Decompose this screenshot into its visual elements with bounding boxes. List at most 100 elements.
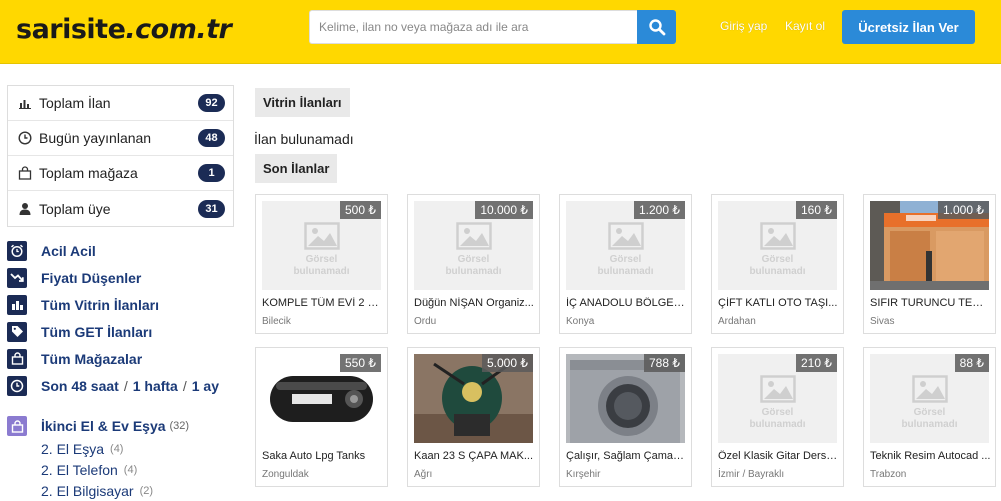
stat-count-badge: 1: [198, 164, 225, 182]
filter-1-month[interactable]: 1 ay: [192, 378, 219, 394]
nav-price-drops[interactable]: Fiyatı Düşenler: [7, 264, 237, 291]
listing-image[interactable]: Görsel bulunamadı 88 ₺: [870, 354, 989, 443]
listing-location: Kırşehir: [566, 469, 601, 480]
nav-label: Tüm GET İlanları: [41, 323, 153, 340]
stat-label: Toplam mağaza: [39, 165, 138, 181]
listing-card[interactable]: Görsel bulunamadı 88 ₺ Teknik Resim Autocad…: [863, 347, 996, 487]
listing-title[interactable]: Düğün NİŞAN Organiz...: [414, 297, 535, 309]
subcategory-item[interactable]: 2. El Bilgisayar (2): [7, 480, 237, 501]
listing-card[interactable]: Görsel bulunamadı 10.000 ₺ Düğün NİŞAN Orga…: [407, 194, 540, 334]
alarm-clock-icon: [7, 240, 27, 261]
placeholder-text: bulunamadı: [445, 265, 502, 277]
listing-card[interactable]: 788 ₺ Çalışır, Sağlam Çamaşı... Kırşehir: [559, 347, 692, 487]
price-badge: 1.200 ₺: [634, 201, 685, 219]
listing-location: Trabzon: [870, 469, 907, 480]
logo-name: sarisite: [16, 14, 126, 45]
site-logo[interactable]: sarisite.com.tr: [16, 14, 232, 45]
filter-48-hours[interactable]: Son 48 saat: [41, 378, 119, 394]
category-second-hand[interactable]: İkinci El & Ev Eşya (32): [7, 414, 237, 438]
listing-image[interactable]: Görsel bulunamadı 10.000 ₺: [414, 201, 533, 290]
placeholder-text: Görsel: [913, 406, 946, 418]
search-icon: [648, 19, 665, 36]
listing-image[interactable]: 788 ₺: [566, 354, 685, 443]
site-stats-box: Toplam İlan 92 Bugün yayınlanan 48 Topla…: [7, 85, 234, 227]
listing-location: Ordu: [414, 316, 437, 327]
nav-label: Tüm Mağazalar: [41, 350, 143, 367]
clock-icon: [7, 375, 27, 396]
listing-image[interactable]: 5.000 ₺: [414, 354, 533, 443]
side-nav: Acil Acil Fiyatı Düşenler Tüm Vitrin İla…: [7, 237, 237, 399]
image-placeholder-icon: [607, 221, 644, 250]
bar-chart-icon: [17, 95, 33, 111]
price-badge: 88 ₺: [954, 354, 989, 372]
listing-title[interactable]: Kaan 23 S ÇAPA MAK...: [414, 450, 535, 462]
nav-label: Acil Acil: [41, 242, 96, 259]
listing-card[interactable]: 5.000 ₺ Kaan 23 S ÇAPA MAK... Ağrı: [407, 347, 540, 487]
nav-time-filters: Son 48 saat / 1 hafta / 1 ay: [7, 372, 237, 399]
listing-title[interactable]: Özel Klasik Gitar Dersi ...: [718, 450, 839, 462]
post-free-ad-button[interactable]: Ücretsiz İlan Ver: [842, 10, 975, 44]
listing-image[interactable]: Görsel bulunamadı 1.200 ₺: [566, 201, 685, 290]
price-badge: 210 ₺: [796, 354, 837, 372]
separator: /: [123, 377, 128, 394]
stat-total-members[interactable]: Toplam üye 31: [8, 191, 233, 226]
listing-title[interactable]: SIFIR TURUNCU TENTE: [870, 297, 991, 309]
price-badge: 500 ₺: [340, 201, 381, 219]
user-icon: [17, 201, 33, 217]
image-placeholder-icon: [455, 221, 492, 250]
nav-urgent[interactable]: Acil Acil: [7, 237, 237, 264]
listing-title[interactable]: Teknik Resim Autocad ...: [870, 450, 991, 462]
subcategory-item[interactable]: 2. El Telefon (4): [7, 459, 237, 480]
listing-card[interactable]: 1.000 ₺ SIFIR TURUNCU TENTE Sivas: [863, 194, 996, 334]
filter-1-week[interactable]: 1 hafta: [133, 378, 178, 394]
price-badge: 160 ₺: [796, 201, 837, 219]
listing-title[interactable]: İÇ ANADOLU BÖLGES...: [566, 297, 687, 309]
clock-icon: [17, 130, 33, 146]
listing-card[interactable]: Görsel bulunamadı 1.200 ₺ İÇ ANADOLU BÖLGES…: [559, 194, 692, 334]
search-input[interactable]: [309, 10, 638, 44]
listing-title[interactable]: Saka Auto Lpg Tanks: [262, 450, 383, 462]
stat-today-published[interactable]: Bugün yayınlanan 48: [8, 121, 233, 156]
listing-image[interactable]: 550 ₺: [262, 354, 381, 443]
listing-card[interactable]: Görsel bulunamadı 160 ₺ ÇİFT KATLI OTO TAŞI…: [711, 194, 844, 334]
listing-image[interactable]: 1.000 ₺: [870, 201, 989, 290]
stat-total-listings[interactable]: Toplam İlan 92: [8, 86, 233, 121]
listing-location: Bilecik: [262, 316, 291, 327]
subcategory-label: 2. El Telefon: [41, 461, 118, 478]
stat-label: Bugün yayınlanan: [39, 130, 152, 146]
price-badge: 1.000 ₺: [938, 201, 989, 219]
search-button[interactable]: [637, 10, 676, 44]
listing-title[interactable]: KOMPLE TÜM EVİ 2 G...: [262, 297, 383, 309]
bar-chart-icon: [7, 294, 27, 315]
nav-all-stores[interactable]: Tüm Mağazalar: [7, 345, 237, 372]
nav-all-get[interactable]: Tüm GET İlanları: [7, 318, 237, 345]
shop-bag-icon: [7, 348, 27, 369]
placeholder-text: bulunamadı: [597, 265, 654, 277]
listing-image[interactable]: Görsel bulunamadı 500 ₺: [262, 201, 381, 290]
subcategory-count: (4): [123, 463, 138, 476]
site-header: sarisite.com.tr Giriş yap Kayıt ol Ücret…: [0, 0, 1001, 64]
stat-count-badge: 48: [198, 129, 225, 147]
listing-title[interactable]: ÇİFT KATLI OTO TAŞI...: [718, 297, 839, 309]
category-name: İkinci El & Ev Eşya: [41, 418, 166, 434]
listing-location: İzmir / Bayraklı: [718, 469, 785, 480]
stat-total-stores[interactable]: Toplam mağaza 1: [8, 156, 233, 191]
listing-card[interactable]: 550 ₺ Saka Auto Lpg Tanks Zonguldak: [255, 347, 388, 487]
listing-image[interactable]: Görsel bulunamadı 160 ₺: [718, 201, 837, 290]
listing-card[interactable]: Görsel bulunamadı 210 ₺ Özel Klasik Gitar D…: [711, 347, 844, 487]
image-placeholder-icon: [303, 221, 340, 250]
listing-image[interactable]: Görsel bulunamadı 210 ₺: [718, 354, 837, 443]
nav-all-showcase[interactable]: Tüm Vitrin İlanları: [7, 291, 237, 318]
listing-location: Sivas: [870, 316, 895, 327]
listing-card[interactable]: Görsel bulunamadı 500 ₺ KOMPLE TÜM EVİ 2 G.…: [255, 194, 388, 334]
showcase-section-tab: Vitrin İlanları: [255, 88, 350, 117]
subcategory-item[interactable]: 2. El Eşya (4): [7, 438, 237, 459]
listing-title[interactable]: Çalışır, Sağlam Çamaşı...: [566, 450, 687, 462]
login-link[interactable]: Giriş yap: [720, 19, 767, 33]
category-count: (32): [169, 420, 190, 432]
subcategory-count: (2): [139, 484, 154, 497]
register-link[interactable]: Kayıt ol: [785, 19, 825, 33]
category-list: İkinci El & Ev Eşya (32) 2. El Eşya (4) 2…: [7, 414, 237, 501]
placeholder-text: Görsel: [305, 253, 338, 265]
nav-label: Tüm Vitrin İlanları: [41, 296, 159, 313]
